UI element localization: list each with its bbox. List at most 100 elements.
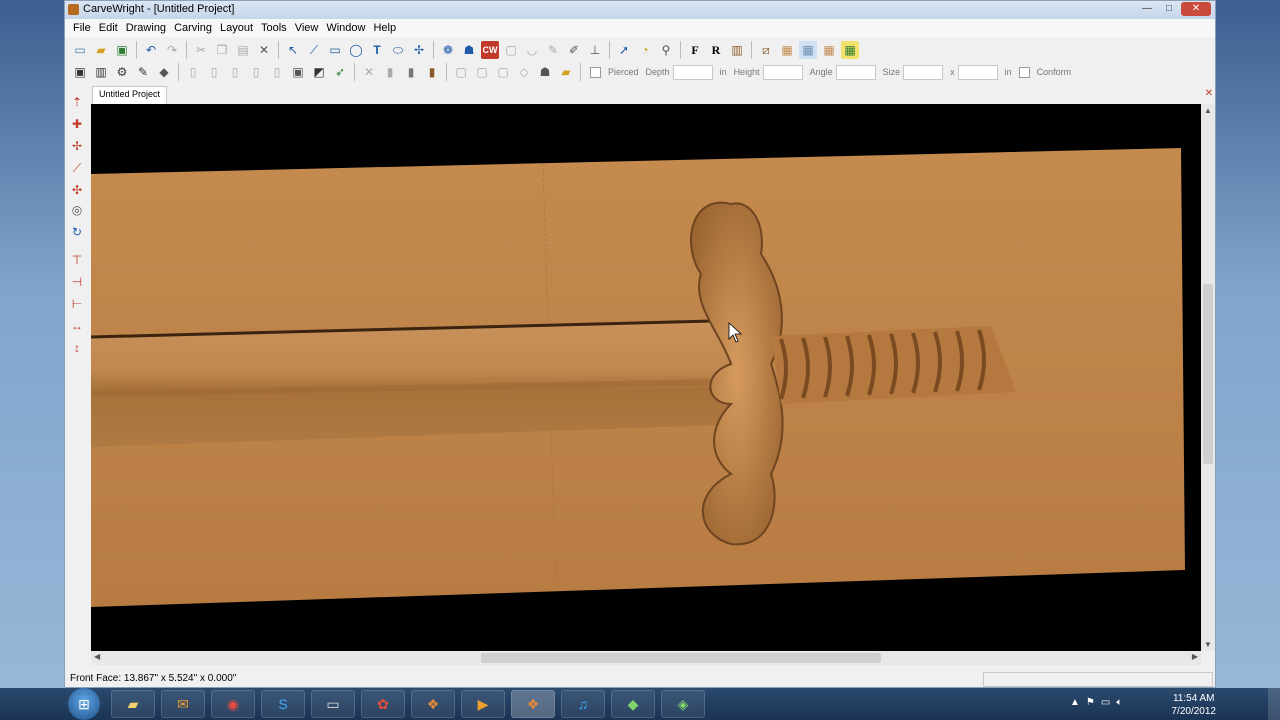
- tab-untitled-project[interactable]: Untitled Project: [92, 86, 168, 105]
- title-bar[interactable]: CarveWright - [Untitled Project] — □ ✕: [65, 1, 1215, 19]
- redo-icon[interactable]: ↷: [163, 41, 181, 59]
- box-icon[interactable]: ▢: [502, 41, 520, 59]
- stack-icon[interactable]: ▥: [92, 63, 110, 81]
- tool-h-icon[interactable]: ◇: [515, 63, 533, 81]
- distribute-h-icon[interactable]: ↔: [68, 317, 86, 335]
- pen-icon[interactable]: ✎: [544, 41, 562, 59]
- start-button[interactable]: ⊞: [68, 688, 100, 720]
- minimize-button[interactable]: —: [1137, 2, 1157, 16]
- distribute-v-icon[interactable]: ↕: [68, 339, 86, 357]
- size-height-field[interactable]: [957, 64, 998, 80]
- carvewright-taskbar-icon[interactable]: ❖: [411, 690, 455, 718]
- draw-icon[interactable]: ✎: [134, 63, 152, 81]
- scroll-left-icon[interactable]: ◀: [94, 652, 100, 661]
- tool-c-icon[interactable]: ▮: [402, 63, 420, 81]
- tool-d-icon[interactable]: ▮: [423, 63, 441, 81]
- menu-layout[interactable]: Layout: [216, 22, 257, 34]
- tile-3-icon[interactable]: ▦: [799, 41, 817, 59]
- font-f-icon[interactable]: F: [686, 41, 704, 59]
- node-icon[interactable]: ✢: [410, 41, 428, 59]
- gear-icon[interactable]: ⚙: [113, 63, 131, 81]
- line-icon[interactable]: ⟋: [305, 41, 323, 59]
- menu-help[interactable]: Help: [369, 22, 400, 34]
- scroll-up-icon[interactable]: ▲: [1204, 106, 1212, 115]
- brush-icon[interactable]: ✐: [565, 41, 583, 59]
- skype-taskbar-icon[interactable]: S: [261, 690, 305, 718]
- zoom-icon[interactable]: ⚲: [657, 41, 675, 59]
- itunes-taskbar-icon[interactable]: ♫: [561, 690, 605, 718]
- text-icon[interactable]: T: [368, 41, 386, 59]
- tray-expand-icon[interactable]: ▲: [1070, 697, 1080, 708]
- node-move-icon[interactable]: ✣: [68, 181, 86, 199]
- measure-icon[interactable]: ◔: [636, 41, 654, 59]
- library-icon[interactable]: ☗: [460, 41, 478, 59]
- tool-e-icon[interactable]: ▢: [452, 63, 470, 81]
- bit-5-icon[interactable]: ▯: [268, 63, 286, 81]
- tray-flag-icon[interactable]: ⚑: [1086, 697, 1095, 708]
- move-up-icon[interactable]: ⇡: [68, 93, 86, 111]
- app-taskbar-icon-2[interactable]: ◈: [661, 690, 705, 718]
- menu-drawing[interactable]: Drawing: [122, 22, 170, 34]
- tool-g-icon[interactable]: ▢: [494, 63, 512, 81]
- bit-1-icon[interactable]: ▯: [184, 63, 202, 81]
- save-icon[interactable]: ▣: [113, 41, 131, 59]
- copy-icon[interactable]: ❐: [213, 41, 231, 59]
- app-taskbar-icon-1[interactable]: ◆: [611, 690, 655, 718]
- chrome-taskbar-icon[interactable]: ◉: [211, 690, 255, 718]
- menu-view[interactable]: View: [291, 22, 323, 34]
- tool-b-icon[interactable]: ▮: [381, 63, 399, 81]
- 3d-viewport[interactable]: [91, 104, 1201, 651]
- paste-icon[interactable]: ▤: [234, 41, 252, 59]
- tool-a-icon[interactable]: ✕: [360, 63, 378, 81]
- stamp-icon[interactable]: ⊥: [586, 41, 604, 59]
- tile-2-icon[interactable]: ▦: [778, 41, 796, 59]
- tile-1-icon[interactable]: ⧄: [757, 41, 775, 59]
- close-button[interactable]: ✕: [1181, 2, 1211, 16]
- align-mid-icon[interactable]: ⊣: [68, 273, 86, 291]
- pointer-icon[interactable]: ➚: [615, 41, 633, 59]
- bit-4-icon[interactable]: ▯: [247, 63, 265, 81]
- patterns-icon[interactable]: ❁: [439, 41, 457, 59]
- circle-icon[interactable]: ◯: [347, 41, 365, 59]
- tray-volume-icon[interactable]: 🔈︎: [1116, 697, 1122, 708]
- outlook-taskbar-icon[interactable]: ✉: [161, 690, 205, 718]
- tile-5-icon[interactable]: ▦: [841, 41, 859, 59]
- scroll-right-icon[interactable]: ▶: [1192, 652, 1198, 661]
- erase-icon[interactable]: ◆: [155, 63, 173, 81]
- menu-carving[interactable]: Carving: [170, 22, 216, 34]
- show-desktop-button[interactable]: [1268, 688, 1280, 720]
- menu-edit[interactable]: Edit: [95, 22, 122, 34]
- node-add-icon[interactable]: ✚: [68, 115, 86, 133]
- select-icon[interactable]: ↖: [284, 41, 302, 59]
- cut-icon[interactable]: ✂: [192, 41, 210, 59]
- delete-icon[interactable]: ✕: [255, 41, 273, 59]
- bit-7-icon[interactable]: ◩: [310, 63, 328, 81]
- maximize-button[interactable]: □: [1159, 2, 1179, 16]
- paint-taskbar-icon[interactable]: ✿: [361, 690, 405, 718]
- horizontal-scrollbar[interactable]: ◀ ▶: [91, 651, 1201, 665]
- tile-4-icon[interactable]: ▦: [820, 41, 838, 59]
- explorer-taskbar-icon[interactable]: ▰: [111, 690, 155, 718]
- scroll-down-icon[interactable]: ▼: [1204, 640, 1212, 649]
- cw-icon[interactable]: CW: [481, 41, 499, 59]
- taskbar-clock[interactable]: 11:54 AM 7/20/2012: [1172, 692, 1217, 718]
- height-field[interactable]: [762, 64, 803, 80]
- undo-icon[interactable]: ↶: [142, 41, 160, 59]
- ellipse-icon[interactable]: ⬭: [389, 41, 407, 59]
- bowl-icon[interactable]: ◡: [523, 41, 541, 59]
- font-r-icon[interactable]: R: [707, 41, 725, 59]
- center-icon[interactable]: ◎: [68, 201, 86, 219]
- bit-8-icon[interactable]: ➶: [331, 63, 349, 81]
- board-icon[interactable]: ▣: [71, 63, 89, 81]
- size-width-field[interactable]: [903, 64, 944, 80]
- open-icon[interactable]: ▰: [92, 41, 110, 59]
- tray-network-icon[interactable]: ▭: [1101, 697, 1110, 708]
- menu-file[interactable]: File: [69, 22, 95, 34]
- rectangle-icon[interactable]: ▭: [326, 41, 344, 59]
- draw-line-icon[interactable]: ⟋: [68, 159, 86, 177]
- vertical-scroll-thumb[interactable]: [1203, 284, 1213, 464]
- depth-field[interactable]: [672, 64, 713, 80]
- angle-field[interactable]: [835, 64, 876, 80]
- pierced-checkbox[interactable]: [590, 66, 601, 78]
- menu-tools[interactable]: Tools: [257, 22, 291, 34]
